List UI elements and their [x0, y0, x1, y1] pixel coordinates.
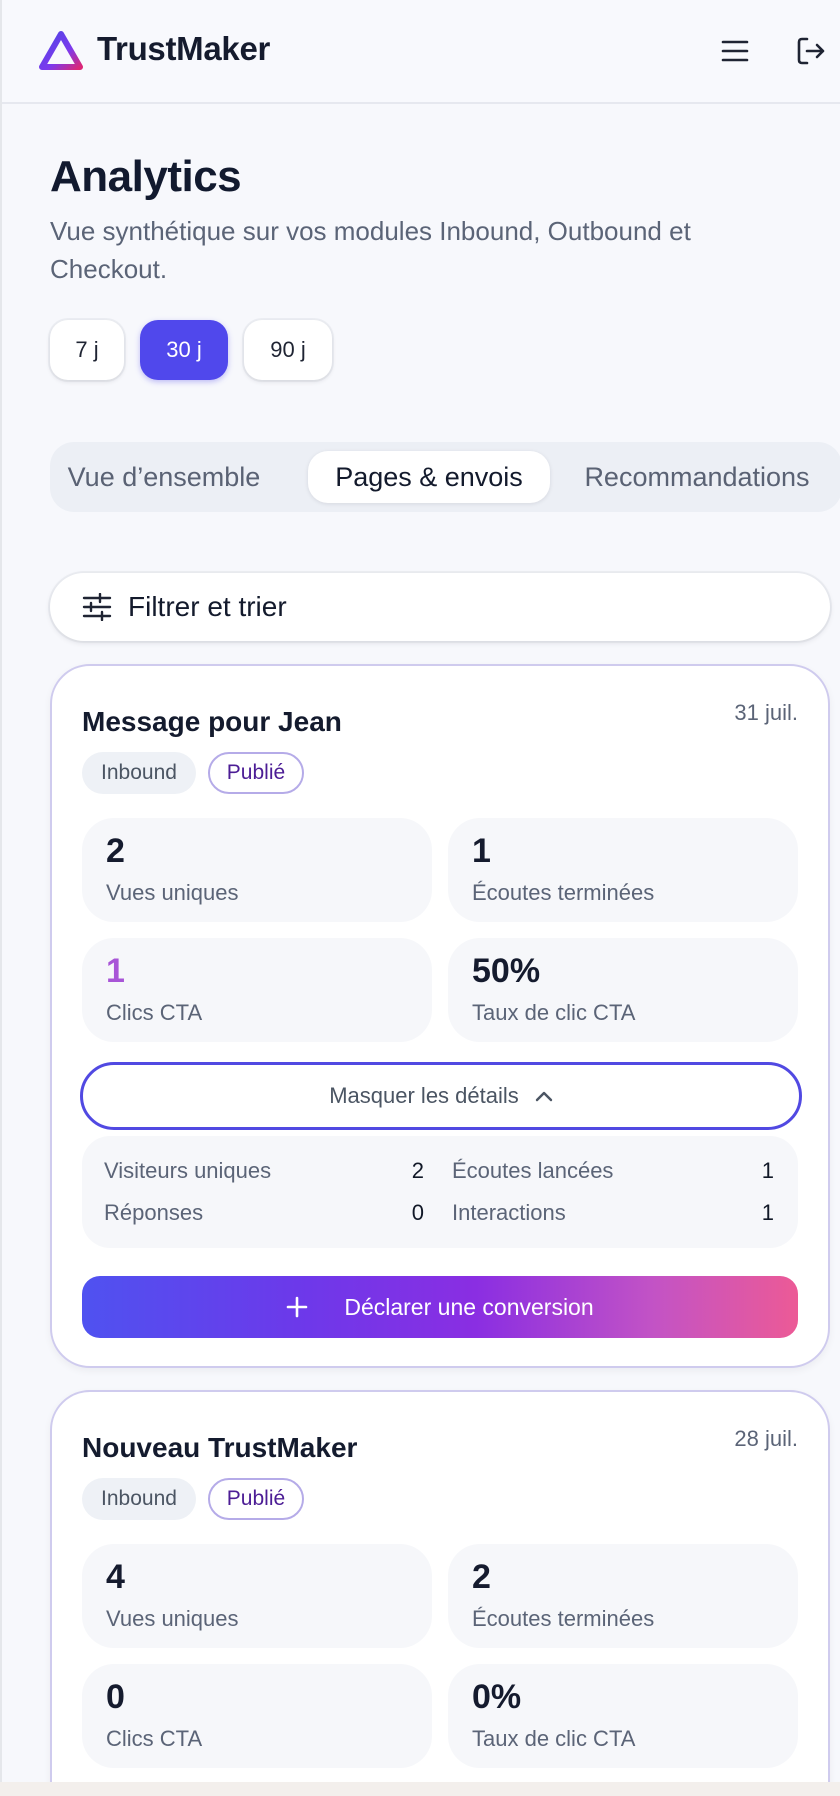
metric-value: 2	[472, 1558, 491, 1596]
declare-conversion-button[interactable]: Déclarer une conversion	[82, 1276, 798, 1338]
tab-overview[interactable]: Vue d’ensemble	[62, 451, 266, 503]
metric-value: 1	[106, 952, 125, 990]
status-badge: Publié	[208, 752, 304, 794]
metric-label: Clics CTA	[106, 1000, 203, 1025]
metric-value: 4	[106, 1558, 125, 1596]
page-title: Analytics	[50, 152, 242, 201]
metric-value: 1	[472, 832, 491, 870]
metric-cta-click-rate: 0% Taux de clic CTA	[448, 1664, 798, 1768]
menu-button[interactable]	[718, 36, 752, 66]
logout-icon	[797, 37, 825, 65]
metric-label: Vues uniques	[106, 1606, 239, 1631]
metric-label: Écoutes terminées	[472, 880, 655, 905]
metric-cta-clicks: 1 Clics CTA	[82, 938, 432, 1042]
card-title[interactable]: Nouveau TrustMaker	[82, 1432, 357, 1464]
tab-recommendations[interactable]: Recommandations	[564, 451, 830, 503]
app-frame: TrustMaker Analytics Vue synthétique sur…	[0, 0, 840, 1782]
details-panel: Visiteurs uniques 2 Écoutes lancées 1 Ré…	[82, 1136, 798, 1248]
metric-unique-views: 4 Vues uniques	[82, 1544, 432, 1648]
metric-value: 0	[106, 1678, 125, 1716]
top-header: TrustMaker	[2, 0, 840, 104]
metric-value: 50%	[472, 952, 541, 990]
filter-sort-button[interactable]: Filtrer et trier	[50, 573, 830, 641]
declare-conversion-label: Déclarer une conversion	[344, 1293, 594, 1320]
metric-cta-click-rate: 50% Taux de clic CTA	[448, 938, 798, 1042]
detail-value: 0	[411, 1200, 424, 1225]
plus-icon	[287, 1296, 308, 1318]
source-tag: Inbound	[82, 1478, 196, 1520]
metric-completed-listens: 1 Écoutes terminées	[448, 818, 798, 922]
brand-name: TrustMaker	[97, 30, 271, 67]
range-7-days-button[interactable]: 7 j	[50, 320, 124, 380]
metric-label: Clics CTA	[106, 1726, 203, 1751]
page-subtitle: Vue synthétique sur vos modules Inbound,…	[50, 216, 691, 284]
analytics-tabs: Vue d’ensemble Pages & envois Recommanda…	[50, 442, 840, 512]
metric-value: 2	[106, 832, 125, 870]
page-card: Nouveau TrustMaker 28 juil. Inbound Publ…	[50, 1390, 830, 1782]
status-badge: Publié	[208, 1478, 304, 1520]
filter-sort-label: Filtrer et trier	[128, 591, 287, 622]
range-90-days-button[interactable]: 90 j	[244, 320, 332, 380]
detail-label: Réponses	[104, 1200, 204, 1225]
range-30-days-button[interactable]: 30 j	[140, 320, 228, 380]
metric-unique-views: 2 Vues uniques	[82, 818, 432, 922]
card-title[interactable]: Message pour Jean	[82, 706, 342, 738]
source-tag: Inbound	[82, 752, 196, 794]
metric-label: Taux de clic CTA	[472, 1726, 636, 1751]
trustmaker-logo-icon[interactable]	[38, 30, 84, 72]
detail-label: Écoutes lancées	[452, 1158, 614, 1183]
bottom-edge	[0, 1782, 840, 1796]
hide-details-button[interactable]: Masquer les détails	[80, 1062, 802, 1130]
logout-button[interactable]	[794, 34, 828, 68]
tab-pages-and-sends[interactable]: Pages & envois	[308, 451, 550, 503]
card-date: 28 juil.	[734, 1426, 798, 1451]
chevron-up-icon	[535, 1091, 552, 1102]
hide-details-label: Masquer les détails	[329, 1083, 519, 1108]
detail-label: Interactions	[452, 1200, 566, 1225]
metric-completed-listens: 2 Écoutes terminées	[448, 1544, 798, 1648]
metric-label: Taux de clic CTA	[472, 1000, 636, 1025]
detail-value: 2	[411, 1158, 424, 1183]
detail-label: Visiteurs uniques	[104, 1158, 272, 1183]
detail-value: 1	[761, 1158, 774, 1183]
detail-value: 1	[761, 1200, 774, 1225]
hamburger-menu-icon	[721, 40, 749, 62]
metric-label: Vues uniques	[106, 880, 239, 905]
card-date: 31 juil.	[734, 700, 798, 725]
metric-value: 0%	[472, 1678, 522, 1716]
metric-cta-clicks: 0 Clics CTA	[82, 1664, 432, 1768]
page-card: Message pour Jean 31 juil. Inbound Publi…	[50, 664, 830, 1368]
metric-label: Écoutes terminées	[472, 1606, 655, 1631]
sliders-icon	[82, 593, 112, 621]
